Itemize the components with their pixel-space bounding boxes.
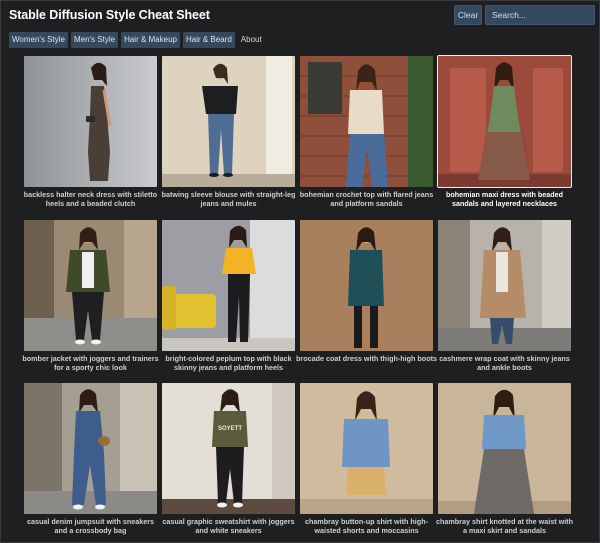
outfit-caption: casual graphic sweatshirt with joggers a…: [162, 517, 295, 535]
outfit-photo[interactable]: [24, 220, 157, 351]
outfit-caption: cashmere wrap coat with skinny jeans and…: [439, 354, 570, 372]
outfit-photo[interactable]: [24, 383, 157, 514]
outfit-caption: bright-colored peplum top with black ski…: [165, 354, 292, 372]
outfit-caption: casual denim jumpsuit with sneakers and …: [26, 517, 155, 535]
nav-womens-style[interactable]: Women's Style: [9, 32, 68, 48]
outfit-photo[interactable]: [24, 56, 157, 187]
outfit-caption: backless halter neck dress with stiletto…: [23, 190, 158, 208]
outfit-photo[interactable]: SOYETT: [162, 383, 295, 514]
outfit-photo[interactable]: [162, 220, 295, 351]
category-nav: Women's Style Men's Style Hair & Makeup …: [9, 32, 265, 48]
outfit-caption: brocade coat dress with thigh-high boots: [296, 354, 437, 363]
outfit-caption: chambray button-up shirt with high-waist…: [305, 517, 428, 535]
outfit-caption: chambray shirt knotted at the waist with…: [436, 517, 573, 535]
outfit-photo[interactable]: [300, 383, 433, 514]
outfit-caption: bomber jacket with joggers and trainers …: [22, 354, 159, 372]
outfit-caption: bohemian crochet top with flared jeans a…: [299, 190, 434, 208]
nav-hair-beard[interactable]: Hair & Beard: [182, 32, 235, 48]
outfit-photo[interactable]: [300, 220, 433, 351]
outfit-photo[interactable]: [300, 56, 433, 187]
clear-button[interactable]: Clear: [454, 5, 482, 25]
outfit-photo[interactable]: [438, 220, 571, 351]
outfit-caption: bohemian maxi dress with beaded sandals …: [445, 190, 564, 208]
outfit-photo[interactable]: [162, 56, 295, 187]
nav-mens-style[interactable]: Men's Style: [70, 32, 119, 48]
nav-hair-makeup[interactable]: Hair & Makeup: [121, 32, 180, 48]
outfit-photo[interactable]: [437, 55, 572, 188]
header: Stable Diffusion Style Cheat Sheet Clear…: [0, 0, 600, 54]
outfit-caption: batwing sleeve blouse with straight-leg …: [161, 190, 296, 208]
nav-about[interactable]: About: [238, 32, 265, 48]
search-input[interactable]: [485, 5, 595, 25]
sweatshirt-print: SOYETT: [218, 426, 242, 432]
outfit-photo[interactable]: [438, 383, 571, 514]
page-title: Stable Diffusion Style Cheat Sheet: [9, 8, 210, 22]
